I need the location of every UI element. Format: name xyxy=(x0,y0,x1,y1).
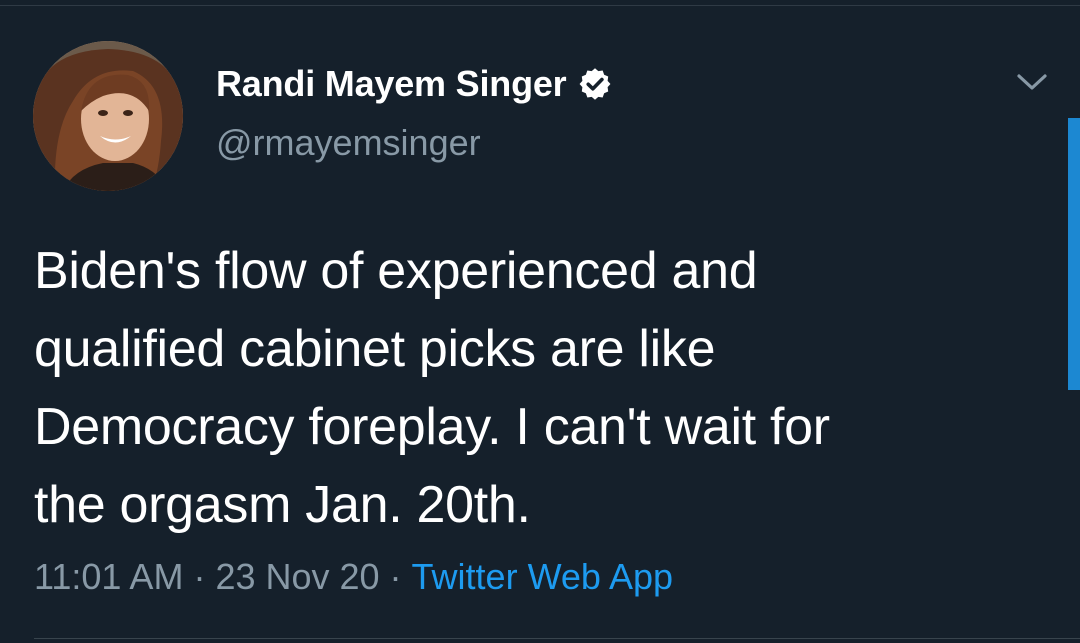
scrollbar[interactable] xyxy=(1068,118,1080,390)
bottom-divider xyxy=(34,638,1080,639)
tweet-date[interactable]: 23 Nov 20 xyxy=(215,556,379,597)
user-handle[interactable]: @rmayemsinger xyxy=(216,122,613,164)
tweet-detail-view: Randi Mayem Singer @rmayemsinger Biden's… xyxy=(0,0,1080,643)
verified-badge-icon xyxy=(577,66,613,102)
meta-separator: · xyxy=(389,556,402,597)
top-divider xyxy=(0,5,1080,6)
avatar-image xyxy=(33,41,183,191)
meta-separator: · xyxy=(193,556,206,597)
tweet-text: Biden's flow of experienced and qualifie… xyxy=(34,242,830,534)
name-row: Randi Mayem Singer xyxy=(216,60,613,108)
tweet-header: Randi Mayem Singer @rmayemsinger xyxy=(216,60,613,164)
tweet-source-link[interactable]: Twitter Web App xyxy=(412,556,673,597)
display-name[interactable]: Randi Mayem Singer xyxy=(216,63,567,105)
tweet-meta: 11:01 AM · 23 Nov 20 · Twitter Web App xyxy=(34,556,673,598)
tweet-time[interactable]: 11:01 AM xyxy=(34,556,183,597)
avatar[interactable] xyxy=(33,41,183,191)
chevron-down-icon[interactable] xyxy=(1010,64,1054,100)
